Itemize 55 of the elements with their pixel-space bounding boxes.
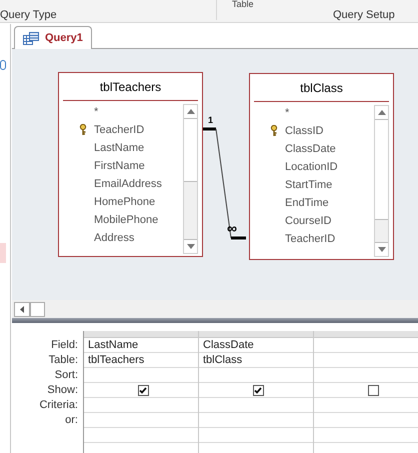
field-name[interactable]: MobilePhone: [94, 212, 158, 228]
field-name[interactable]: StartTime: [285, 176, 332, 194]
selected-item-highlight: [0, 243, 6, 263]
field-name[interactable]: Address: [94, 230, 134, 246]
show-checkbox[interactable]: [138, 384, 148, 396]
row-label: Table:: [48, 353, 78, 368]
show-checkbox[interactable]: [368, 384, 378, 396]
scroll-up-icon[interactable]: [378, 110, 386, 115]
scrollbar-thumb[interactable]: [30, 302, 45, 316]
document-tab[interactable]: Query1: [14, 26, 92, 49]
field-name[interactable]: TeacherID: [94, 122, 144, 138]
field-name[interactable]: *: [285, 104, 290, 122]
scrollbar-thumb[interactable]: [375, 120, 388, 220]
table-title[interactable]: tblClass: [254, 74, 389, 102]
field-name[interactable]: EmailAddress: [94, 176, 162, 192]
row-label: Show:: [47, 383, 78, 398]
nav-button-icon[interactable]: [0, 60, 6, 70]
scroll-left-icon[interactable]: [20, 306, 24, 312]
vertical-scrollbar[interactable]: [183, 104, 198, 254]
query-icon: [23, 32, 39, 44]
checkmark-icon: [254, 386, 262, 394]
field-name[interactable]: ClassID: [285, 122, 324, 140]
field-name[interactable]: ClassDate: [285, 140, 336, 158]
scroll-up-icon[interactable]: [186, 109, 194, 114]
table-title[interactable]: tblTeachers: [63, 73, 198, 101]
ribbon-group-label: Query Type: [0, 8, 57, 22]
one-side-label: 1: [208, 115, 214, 125]
field-name[interactable]: LocationID: [285, 158, 338, 176]
field-name[interactable]: CourseID: [285, 212, 332, 230]
row-label: Criteria:: [39, 398, 78, 413]
field-name[interactable]: EndTime: [285, 194, 329, 212]
scroll-down-icon[interactable]: [378, 247, 386, 252]
ribbon-label: Table: [232, 0, 254, 9]
table-value[interactable]: tblTeachers: [88, 352, 144, 368]
row-label: Sort:: [54, 368, 78, 383]
row-label: or:: [65, 413, 78, 428]
field-name[interactable]: LastName: [94, 140, 144, 156]
table-value[interactable]: tblClass: [203, 352, 242, 368]
vertical-scrollbar[interactable]: [374, 105, 389, 257]
field-value[interactable]: LastName: [88, 336, 138, 354]
field-name[interactable]: HomePhone: [94, 194, 156, 210]
field-value[interactable]: ClassDate: [203, 336, 254, 354]
field-name[interactable]: TeacherID: [285, 230, 336, 248]
field-name[interactable]: *: [94, 104, 98, 120]
row-label: Field:: [51, 338, 78, 353]
key-icon: [270, 125, 278, 137]
show-checkbox[interactable]: [252, 384, 264, 396]
scrollbar-thumb[interactable]: [184, 119, 197, 182]
ribbon-group-label: Query Setup: [333, 8, 395, 22]
checkmark-icon: [139, 386, 147, 394]
scroll-down-icon[interactable]: [186, 244, 194, 249]
horizontal-scrollbar[interactable]: [12, 300, 418, 318]
field-name[interactable]: FirstName: [94, 158, 145, 174]
key-icon: [79, 124, 87, 136]
relationship-line[interactable]: [203, 128, 246, 240]
